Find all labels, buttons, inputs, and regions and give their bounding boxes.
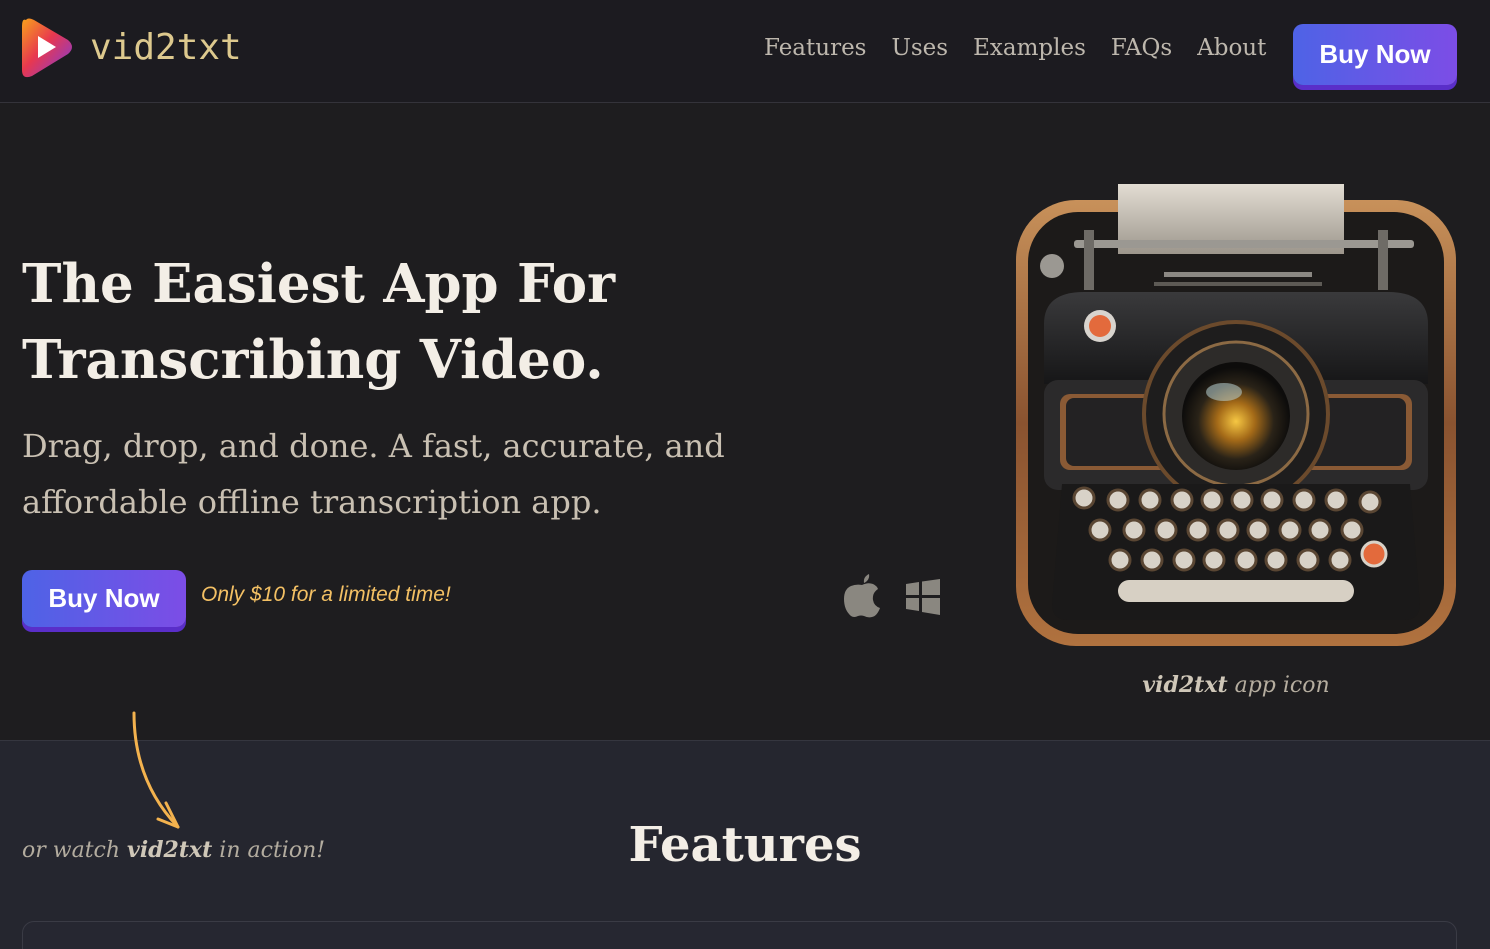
nav-link-examples[interactable]: Examples — [973, 30, 1086, 66]
nav-link-faqs[interactable]: FAQs — [1111, 30, 1172, 66]
apple-icon — [844, 574, 880, 618]
hero-title-line1: The Easiest App For — [22, 253, 616, 315]
nav-links: Features Uses Examples FAQs About — [764, 30, 1291, 66]
nav-link-features[interactable]: Features — [764, 30, 867, 66]
features-section: or watch vid2txt in action! Features — [0, 711, 1490, 949]
promo-text: Only $10 for a limited time! — [201, 583, 451, 606]
logo-text[interactable]: vid2txt — [90, 26, 242, 70]
windows-icon — [906, 579, 940, 615]
hero-buy-now-button[interactable]: Buy Now — [22, 570, 186, 627]
hero-title: The Easiest App For Transcribing Video. — [22, 246, 722, 398]
hero-section: The Easiest App For Transcribing Video. … — [0, 104, 1490, 740]
play-logo-icon[interactable] — [20, 14, 74, 80]
nav-buy-now-button[interactable]: Buy Now — [1293, 24, 1457, 85]
hero-title-line2: Transcribing Video. — [22, 329, 604, 391]
app-icon-image — [1016, 184, 1456, 646]
caption-text: app icon — [1227, 673, 1330, 698]
top-nav: vid2txt Features Uses Examples FAQs Abou… — [0, 0, 1490, 103]
app-icon-caption: vid2txt app icon — [1016, 672, 1456, 698]
nav-link-uses[interactable]: Uses — [892, 30, 949, 66]
hero-subtitle: Drag, drop, and done. A fast, accurate, … — [22, 427, 725, 521]
features-card — [22, 921, 1457, 949]
features-title: Features — [628, 817, 862, 873]
nav-link-about[interactable]: About — [1197, 30, 1266, 66]
caption-brand: vid2txt — [1142, 672, 1228, 698]
